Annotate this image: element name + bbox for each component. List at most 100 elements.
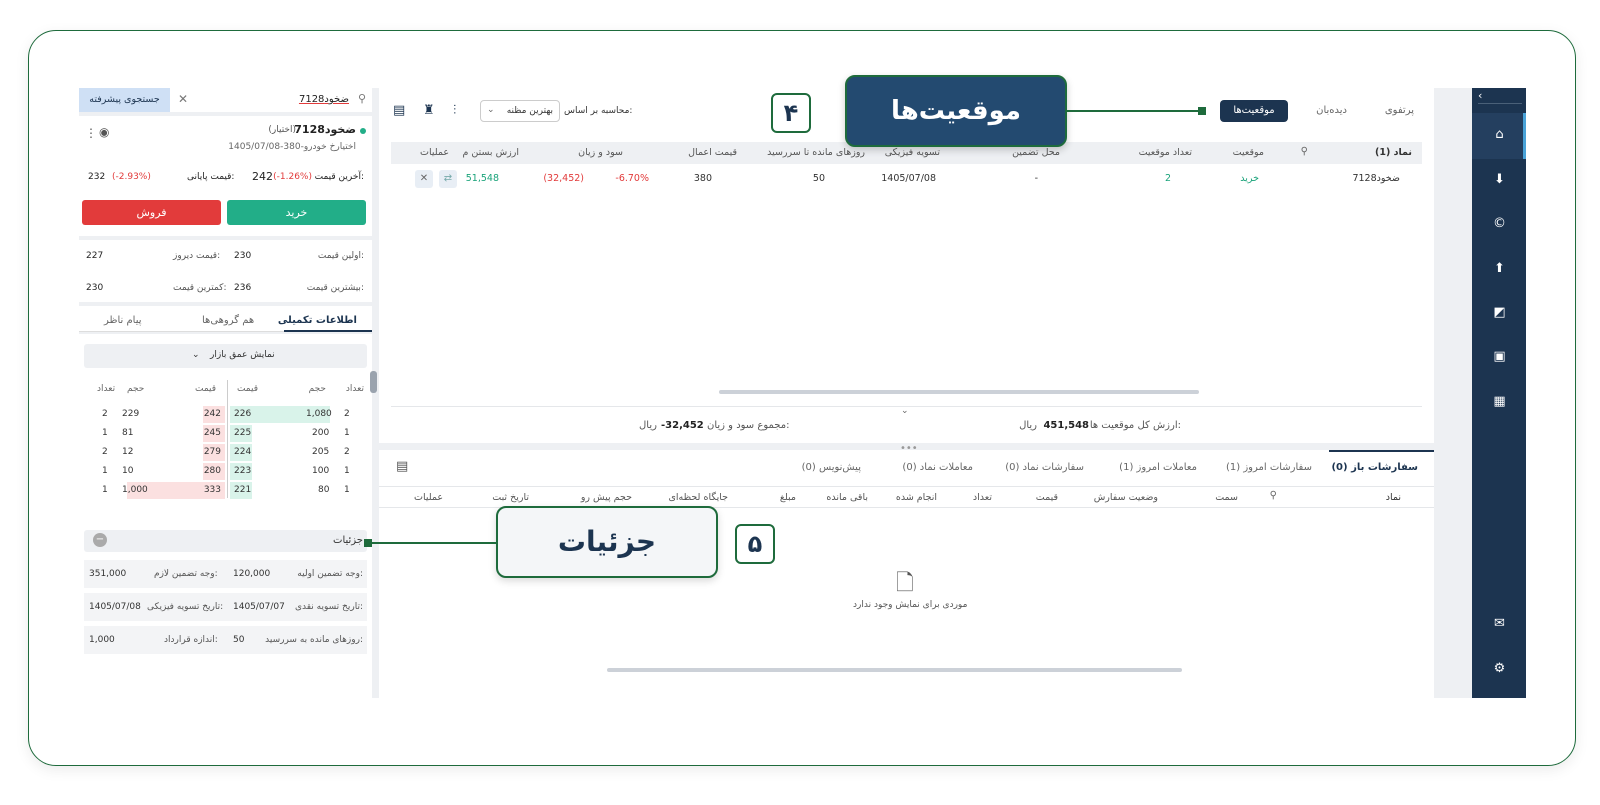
tab-peers[interactable]: هم گروهی‌ها [202,315,254,326]
last-price-value: 242 [252,170,273,183]
total-value: 451,548 [1043,420,1089,431]
tab-watchlist[interactable]: دیده‌بان [1316,105,1347,116]
col-symbol: نماد (1) [1375,147,1412,158]
chart-area-icon[interactable]: ◩ [1492,305,1507,320]
total-value-currency: ریال [1019,420,1037,431]
expand-chevron-icon[interactable]: ⌄ [901,406,909,416]
col-order-status: وضعیت سفارش [1093,492,1158,503]
tab-symbol-trades[interactable]: معاملات نماد (0) [902,462,973,473]
more-options-icon[interactable]: ⋮ [85,126,97,140]
col-remaining: باقی مانده [826,492,868,503]
collapse-details-icon[interactable]: − [93,533,107,547]
filter-sliders-icon[interactable]: ⫶ [453,103,456,118]
col-executed: انجام شده [895,492,937,503]
tab-symbol-orders[interactable]: سفارشات نماد (0) [1005,462,1084,473]
search-icon: ⚲ [357,92,366,105]
empty-document-icon: 🗋 [896,571,914,596]
ask-count-header: تعداد [97,384,116,394]
upload-icon[interactable]: ⬆ [1492,261,1507,276]
bid-count: 2 [344,409,350,419]
bid-volume: 200 [312,428,330,438]
collapse-rail-button[interactable]: ‹ [1478,89,1522,104]
ask-volume: 81 [122,428,134,438]
sell-button[interactable]: فروش [82,200,221,225]
column-search-icon[interactable]: ⚲ [1301,146,1308,157]
home-icon[interactable]: ⌂ [1492,127,1507,142]
report-icon[interactable]: ▣ [1492,349,1507,364]
col-volume-ahead: حجم پیش رو [580,492,632,503]
bid-price: 223 [234,466,252,476]
close-position-icon[interactable]: ✕ [415,170,433,188]
details-row: وجه تضمین اولیه: 120,000 وجه تضمین لازم:… [84,560,367,588]
panel-resize-handle[interactable] [370,371,377,393]
first-price-value: 230 [234,251,252,261]
calc-basis-value: بهترین مظنه [506,106,553,116]
circle-c-icon[interactable]: © [1492,216,1507,231]
export-excel-icon[interactable]: ▤ [396,459,408,474]
inbox-download-icon[interactable]: ⬇ [1492,172,1507,187]
advanced-search-button[interactable]: جستجوی پیشرفته [79,88,170,112]
watch-add-icon[interactable]: ◉ [99,125,109,139]
ask-count: 2 [102,409,108,419]
tab-portfolio[interactable]: پرتفوی [1385,105,1414,116]
detail-label: وجه تضمین لازم: [154,569,218,579]
rollover-icon[interactable]: ⇄ [439,170,457,188]
tab-extra-info[interactable]: اطلاعات تکمیلی [278,315,357,326]
depth-toggle[interactable]: ⌄ نمایش عمق بازار [84,344,367,368]
column-search-icon[interactable]: ⚲ [1270,490,1277,501]
col-physical-settle: تسویه فیزیکی [884,147,940,158]
chess-rook-icon[interactable]: ♜ [423,103,435,118]
dashboard-icon[interactable]: ▦ [1492,394,1507,409]
tab-positions[interactable]: موقعیت‌ها [1220,100,1288,122]
col-actions: عملیات [414,492,444,503]
clear-search-icon[interactable]: ✕ [178,92,188,106]
max-price-label: بیشترین قیمت: [306,283,364,293]
total-pnl-currency: ریال [639,420,657,431]
col-amount: مبلغ [779,492,796,503]
cell-side: خرید [1240,173,1259,184]
bid-price: 224 [234,447,252,457]
cell-pnl: (32,452) [543,173,584,184]
tab-drafts[interactable]: پیش‌نویس (0) [802,462,861,473]
horizontal-scrollbar[interactable] [607,668,1182,672]
depth-divider [227,380,228,498]
col-pnl: سود و زیان [578,147,623,158]
col-collateral: محل تضمین [1012,147,1060,158]
cell-pnl-percent: -6.70% [615,173,649,184]
bid-price: 225 [234,428,252,438]
cell-settle: 1405/07/08 [881,173,936,184]
yesterday-price-value: 227 [86,251,104,261]
detail-value: 351,000 [89,569,127,579]
resize-handle[interactable]: ••• [900,443,918,454]
tab-today-trades[interactable]: معاملات امروز (1) [1119,462,1197,473]
bid-volume-header: حجم [308,384,326,394]
settings-gear-icon[interactable]: ⚙ [1492,661,1507,676]
max-price-value: 236 [234,283,252,293]
buy-button[interactable]: خرید [227,200,366,225]
bid-count: 1 [344,485,350,495]
orders-table-header: نماد ⚲ سمت وضعیت سفارش قیمت تعداد انجام … [379,486,1434,508]
ask-count: 1 [102,485,108,495]
table-row[interactable]: ضخود7128 خرید 2 - 1405/07/08 50 380 -6.7… [391,168,1422,190]
trading-app: ‹ ⌂ ⬇ © ⬆ ◩ ▣ ▦ ✉ ⚙ جستجوی پیشرفته ✕ ضخو… [79,88,1526,698]
col-created-date: تاریخ ثبت [492,492,529,503]
horizontal-scrollbar[interactable] [719,390,1199,394]
search-input[interactable]: ضخود7128 [299,94,349,105]
detail-label: وجه تضمین اولیه: [297,569,363,579]
min-price-value: 230 [86,283,104,293]
report-list-icon[interactable]: ▤ [393,103,405,118]
cell-close-value: 51,548 [465,173,499,184]
mail-icon[interactable]: ✉ [1492,616,1507,631]
close-price-label: قیمت پایانی: [187,172,235,182]
symbol-description: اختیارخ خودرو-380-1405/07/08 [228,142,356,152]
details-row: تاریخ تسویه نقدی: 1405/07/07 تاریخ تسویه… [84,593,367,621]
tab-open-orders[interactable]: سفارشات باز (0) [1329,450,1434,482]
tab-supervisor-message[interactable]: پیام ناظر [104,315,142,326]
symbol-card: ضخود7128 (اختیار) اختیارخ خودرو-380-1405… [79,116,372,236]
tab-today-orders[interactable]: سفارشات امروز (1) [1226,462,1312,473]
calc-basis-select[interactable]: بهترین مظنه ⌄ [480,100,560,122]
chevron-down-icon: ⌄ [487,105,495,115]
ask-volume: 1,000 [122,485,148,495]
bid-count-header: تعداد [345,384,364,394]
col-queue-position: جایگاه لحظه‌ای [668,492,728,503]
